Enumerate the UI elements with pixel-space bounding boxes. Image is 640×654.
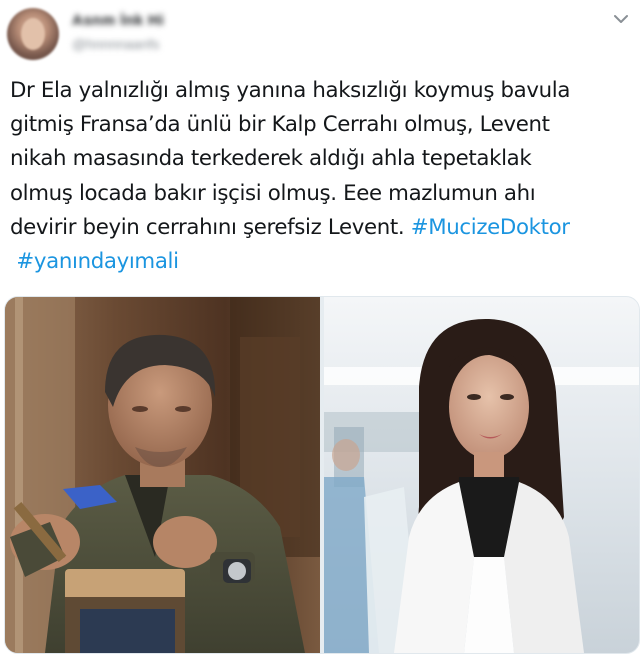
tweet-line: gitmiş Fransa’da ünlü bir Kalp Cerrahı o… [10,112,550,138]
tweet-header: Asnm İnk Hi @hnnnnaanfs [0,0,640,70]
tweet-line: Dr Ela yalnızlığı almış yanına haksızlığ… [10,78,571,103]
hashtag-link[interactable]: #yanındayımali [16,249,179,274]
author-handle[interactable]: @hnnnnaanfs [72,36,159,52]
avatar[interactable] [7,8,59,60]
tweet-line: olmuş locada bakır işçisi olmuş. Eee maz… [10,180,536,206]
tweet-line: devirir beyin cerrahını şerefsiz Levent.… [10,214,570,240]
woman-in-white-coat-hospital-photo[interactable] [324,297,639,653]
tweet-media [4,296,640,654]
tweet-line: #yanındayımali [10,245,630,279]
tweet-line: nikah masasında terkederek aldığı ahla t… [10,146,532,172]
hashtag-link[interactable]: #MucizeDoktor [411,215,570,240]
author-name[interactable]: Asnm İnk Hi [72,12,164,29]
chevron-down-icon[interactable] [614,14,628,24]
tweet-text: Dr Ela yalnızlığı almış yanına haksızlığ… [10,74,630,279]
man-hammering-copper-photo[interactable] [5,297,320,653]
